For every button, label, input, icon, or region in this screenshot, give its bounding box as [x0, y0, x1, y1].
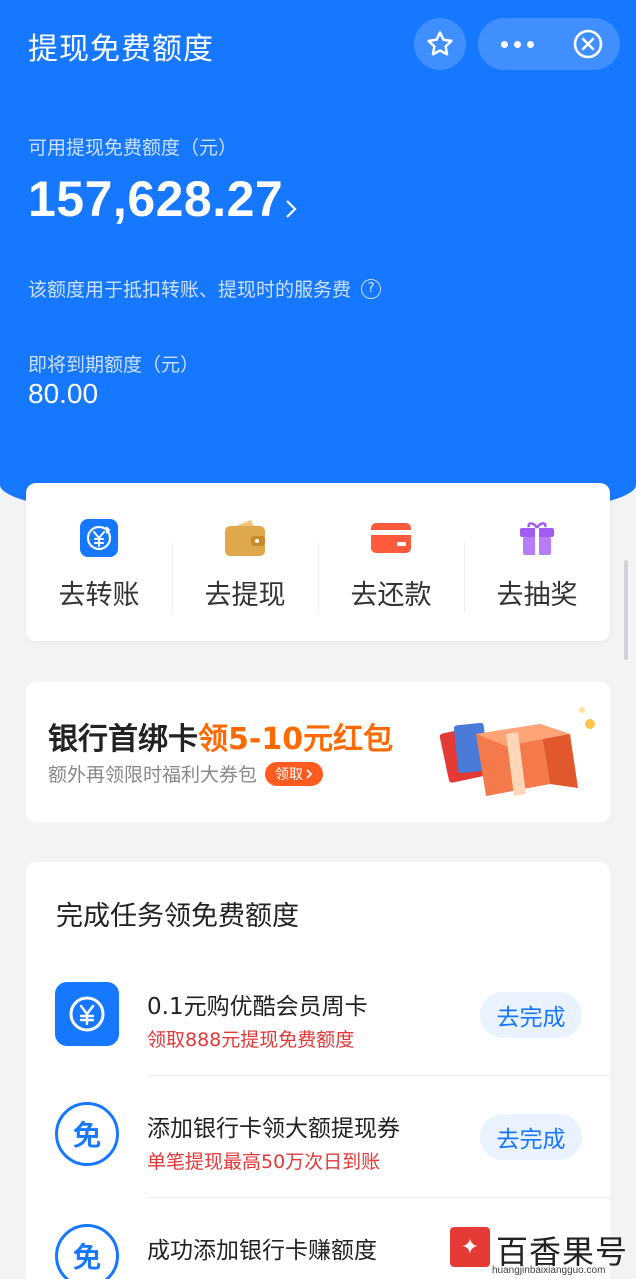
action-label: 去转账: [58, 580, 140, 611]
watermark: ✦ 百香果号 huangjinbaixiangguo.com: [450, 1227, 636, 1279]
transfer-yuan-icon: [77, 517, 121, 559]
task-name: 添加银行卡领大额提现券: [147, 1116, 400, 1142]
task-name: 成功添加银行卡赚额度: [147, 1238, 377, 1264]
credit-card-icon: [369, 517, 413, 559]
wallet-icon: [223, 517, 267, 559]
more-button[interactable]: [478, 40, 556, 48]
promo-subtitle: 额外再领限时福利大券包 领取: [48, 760, 324, 787]
more-dot: [500, 40, 508, 48]
tasks-card: 完成任务领免费额度 0.1元购优酷会员周卡 领取888元提现免费额度 去完成 免…: [26, 862, 610, 1279]
promo-claim-button[interactable]: 领取: [265, 761, 324, 786]
watermark-url: huangjinbaixiangguo.com: [492, 1265, 606, 1276]
action-transfer[interactable]: 去转账: [26, 483, 172, 641]
free-icon: 免: [55, 1102, 119, 1166]
promo-title-highlight: 领5-10元红包: [198, 722, 394, 757]
task-item: 免 添加银行卡领大额提现券 单笔提现最高50万次日到账 去完成: [26, 1076, 610, 1198]
action-lottery[interactable]: 去抽奖: [464, 483, 610, 641]
star-icon: [427, 31, 453, 56]
gift-icon: [515, 517, 559, 559]
action-label: 去还款: [350, 580, 432, 611]
task-name: 0.1元购优酷会员周卡: [147, 994, 368, 1020]
expiring-quota-value: 80.00: [28, 378, 99, 409]
promo-subtitle-text: 额外再领限时福利大券包: [48, 764, 258, 786]
promo-claim-label: 领取: [275, 766, 304, 783]
quota-description-text: 该额度用于抵扣转账、提现时的服务费: [28, 279, 352, 301]
chevron-right-icon[interactable]: [284, 198, 298, 220]
free-icon: 免: [55, 1224, 119, 1279]
page-title: 提现免费额度: [28, 32, 214, 67]
yuan-icon: [55, 982, 119, 1046]
quick-actions-card: 去转账 去提现 去还款 去抽奖: [26, 483, 610, 641]
available-quota-amount[interactable]: 157,628.27: [28, 170, 283, 228]
chevron-right-icon: [306, 768, 313, 779]
favorite-button[interactable]: [414, 18, 466, 70]
quota-description: 该额度用于抵扣转账、提现时的服务费 ?: [28, 275, 382, 302]
promo-title-prefix: 银行首绑卡: [48, 722, 198, 757]
close-icon: [573, 29, 603, 59]
task-subtitle: 单笔提现最高50万次日到账: [147, 1151, 381, 1173]
action-label: 去抽奖: [496, 580, 578, 611]
available-quota-label: 可用提现免费额度（元）: [28, 137, 238, 159]
promo-title: 银行首绑卡领5-10元红包: [48, 714, 393, 758]
scrollbar[interactable]: [624, 560, 628, 660]
action-withdraw[interactable]: 去提现: [172, 483, 318, 641]
help-icon[interactable]: ?: [361, 278, 382, 299]
bank-card-promo-banner[interactable]: 银行首绑卡领5-10元红包 额外再领限时福利大券包 领取: [26, 682, 610, 822]
more-dot: [526, 40, 534, 48]
watermark-logo-icon: ✦: [450, 1227, 490, 1267]
task-item: 0.1元购优酷会员周卡 领取888元提现免费额度 去完成: [26, 954, 610, 1076]
expiring-quota-label: 即将到期额度（元）: [28, 354, 200, 376]
top-bar: 提现免费额度: [0, 0, 636, 92]
task-complete-button[interactable]: 去完成: [480, 992, 582, 1038]
task-subtitle: 领取888元提现免费额度: [147, 1029, 355, 1051]
close-button[interactable]: [556, 28, 620, 60]
mini-program-capsule: [478, 18, 620, 70]
gift-box-illustration: [440, 707, 595, 796]
action-repay[interactable]: 去还款: [318, 483, 464, 641]
more-dot: [513, 40, 521, 48]
action-label: 去提现: [204, 580, 286, 611]
tasks-title: 完成任务领免费额度: [56, 901, 299, 932]
task-complete-button[interactable]: 去完成: [480, 1114, 582, 1160]
